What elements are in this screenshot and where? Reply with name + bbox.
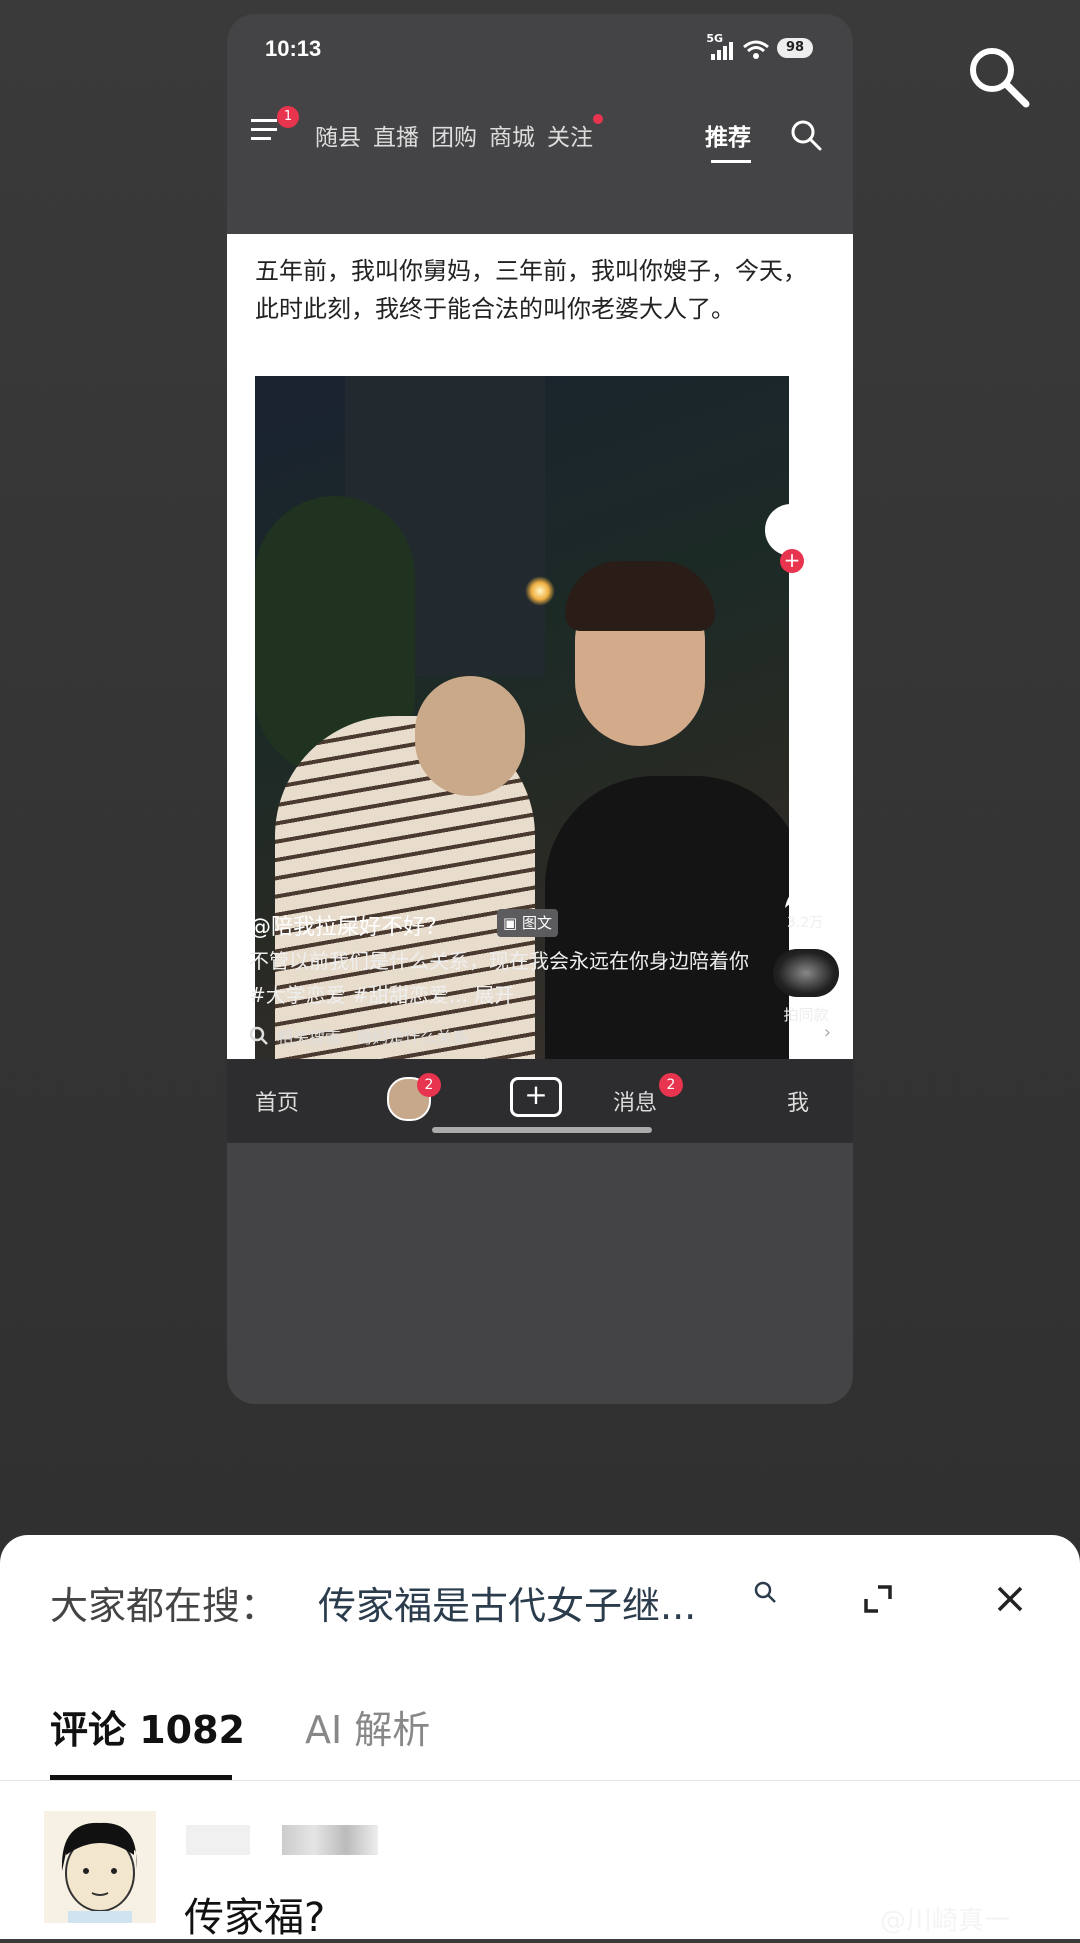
battery-icon: 98: [777, 38, 813, 58]
nav-home[interactable]: 首页: [255, 1085, 299, 1117]
hot-search-query[interactable]: 传家福是古代女子继...: [318, 1575, 696, 1630]
avatar[interactable]: [44, 1811, 156, 1923]
share-icon[interactable]: [775, 872, 835, 912]
wifi-icon: [743, 40, 769, 59]
expand-icon[interactable]: [858, 1579, 898, 1619]
tab-ai-analysis[interactable]: AI 解析: [305, 1699, 430, 1754]
signal-icon: [711, 42, 733, 60]
tab-local[interactable]: 随县: [315, 118, 361, 152]
post-type-tag: ▣ 图文: [497, 909, 558, 937]
music-disc-icon[interactable]: [773, 949, 839, 997]
cartoon-face-icon: [44, 1811, 156, 1923]
tab-mall[interactable]: 商城: [489, 118, 535, 152]
post-text: 五年前，我叫你舅妈，三年前，我叫你嫂子，今天，此时此刻，我终于能合法的叫你老婆大…: [255, 257, 807, 323]
search-icon: [249, 1026, 268, 1045]
tab-recommend[interactable]: 推荐: [705, 118, 751, 152]
divider: [0, 1780, 1080, 1781]
follow-plus-icon[interactable]: +: [780, 549, 804, 573]
search-icon[interactable]: [789, 118, 823, 152]
share-count: 3.2万: [786, 915, 824, 931]
create-post-button[interactable]: +: [510, 1077, 562, 1117]
menu-badge: 1: [277, 106, 299, 128]
search-icon[interactable]: [752, 1579, 778, 1605]
tab-following[interactable]: 关注: [547, 118, 593, 152]
phone-screenshot: 10:13 5G 98 1 随县 直播 团购 商城 关注 推荐 五年前，我叫你舅: [227, 14, 853, 1404]
photo-face-blurred: [415, 676, 525, 796]
nav-messages[interactable]: 消息: [613, 1085, 657, 1117]
home-indicator: [432, 1127, 652, 1133]
related-search-text: 相关搜索 · 舅妈是什么关系: [277, 1028, 469, 1047]
username-blurred: [282, 1825, 378, 1855]
tab-comments[interactable]: 评论 1082: [50, 1699, 245, 1754]
post-description[interactable]: 不管以前我们是什么关系，现在我会永远在你身边陪着你#大学恋爱 #甜甜恋爱... …: [249, 944, 749, 1012]
post-author[interactable]: @陪我拉屎好不好？: [249, 909, 447, 941]
messages-badge: 2: [659, 1073, 683, 1097]
related-search-bar[interactable]: 相关搜索 · 舅妈是什么关系 ›: [227, 1014, 853, 1058]
photo-street-lamp: [525, 576, 555, 606]
status-bar: 10:13 5G 98: [227, 14, 853, 84]
watermark: @川崎真一: [880, 1906, 1011, 1936]
tab-group-buy[interactable]: 团购: [431, 118, 477, 152]
tab-live[interactable]: 直播: [373, 118, 419, 152]
active-tab-indicator: [711, 160, 751, 163]
post-type-label: 图文: [521, 914, 552, 932]
comments-sheet: 大家都在搜： 传家福是古代女子继... 评论 1082 AI 解析 传家福?: [0, 1535, 1080, 1941]
username-blurred: [186, 1825, 250, 1855]
search-icon[interactable]: [964, 42, 1034, 112]
top-nav: 1 随县 直播 团购 商城 关注 推荐: [227, 102, 853, 163]
following-dot: [593, 114, 603, 124]
hot-search-prefix: 大家都在搜：: [50, 1584, 279, 1628]
chevron-right-icon: ›: [823, 1022, 831, 1043]
friends-badge: 2: [417, 1073, 441, 1097]
close-icon[interactable]: [990, 1579, 1030, 1619]
nav-me[interactable]: 我: [787, 1085, 809, 1117]
image-text-icon: ▣: [503, 914, 518, 932]
status-time: 10:13: [265, 36, 322, 61]
comment-text: 传家福?: [184, 1895, 326, 1941]
photo-hair: [565, 561, 715, 631]
